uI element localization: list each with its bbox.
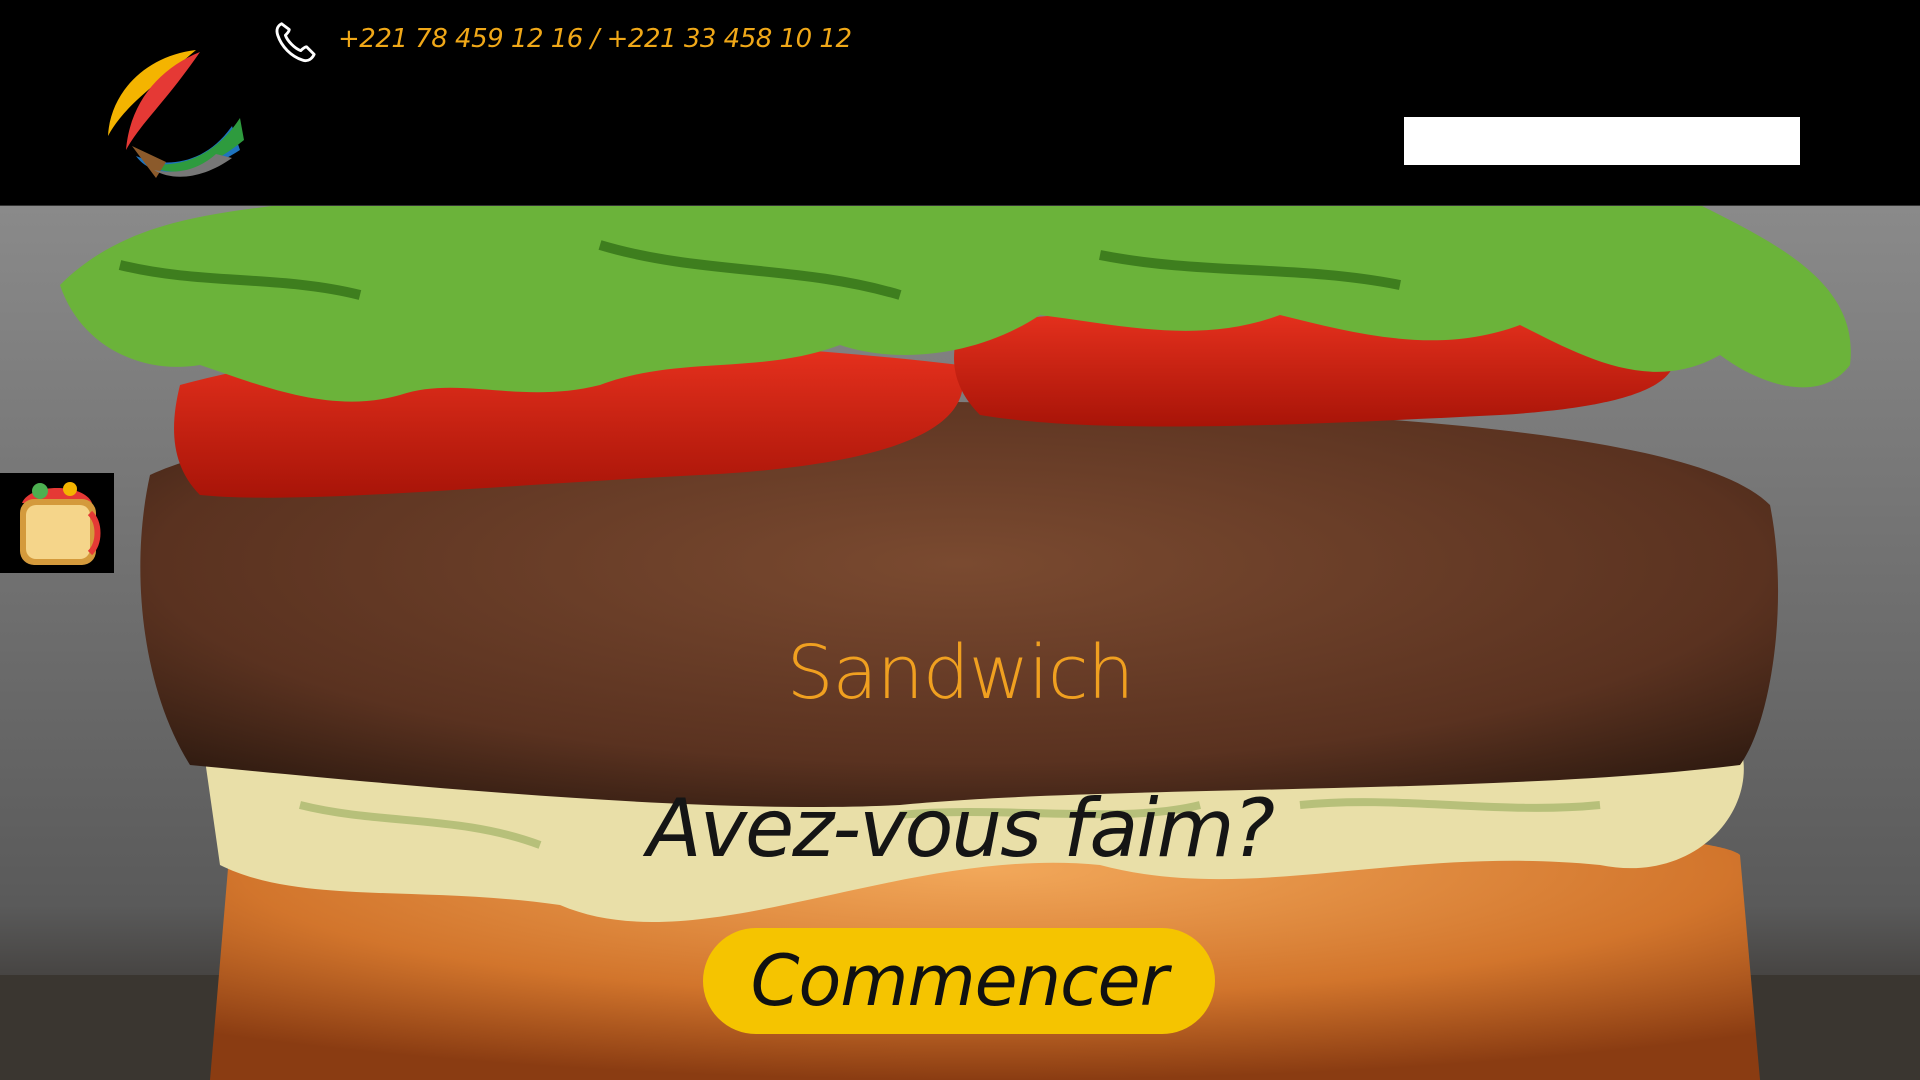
swoosh-logo-icon[interactable] bbox=[104, 46, 244, 182]
search-input[interactable] bbox=[1404, 117, 1800, 165]
hero-subtitle: Avez-vous faim? bbox=[646, 782, 1275, 875]
phone-numbers: +221 78 459 12 16 / +221 33 458 10 12 bbox=[338, 24, 852, 54]
phone-icon bbox=[275, 22, 316, 63]
top-header: +221 78 459 12 16 / +221 33 458 10 12 bbox=[0, 0, 1920, 206]
hero-banner: Sandwich Avez-vous faim? Commencer bbox=[0, 205, 1920, 1080]
sandwich-icon bbox=[0, 473, 114, 573]
hero-title: Sandwich bbox=[786, 630, 1135, 716]
start-button[interactable]: Commencer bbox=[703, 928, 1215, 1034]
